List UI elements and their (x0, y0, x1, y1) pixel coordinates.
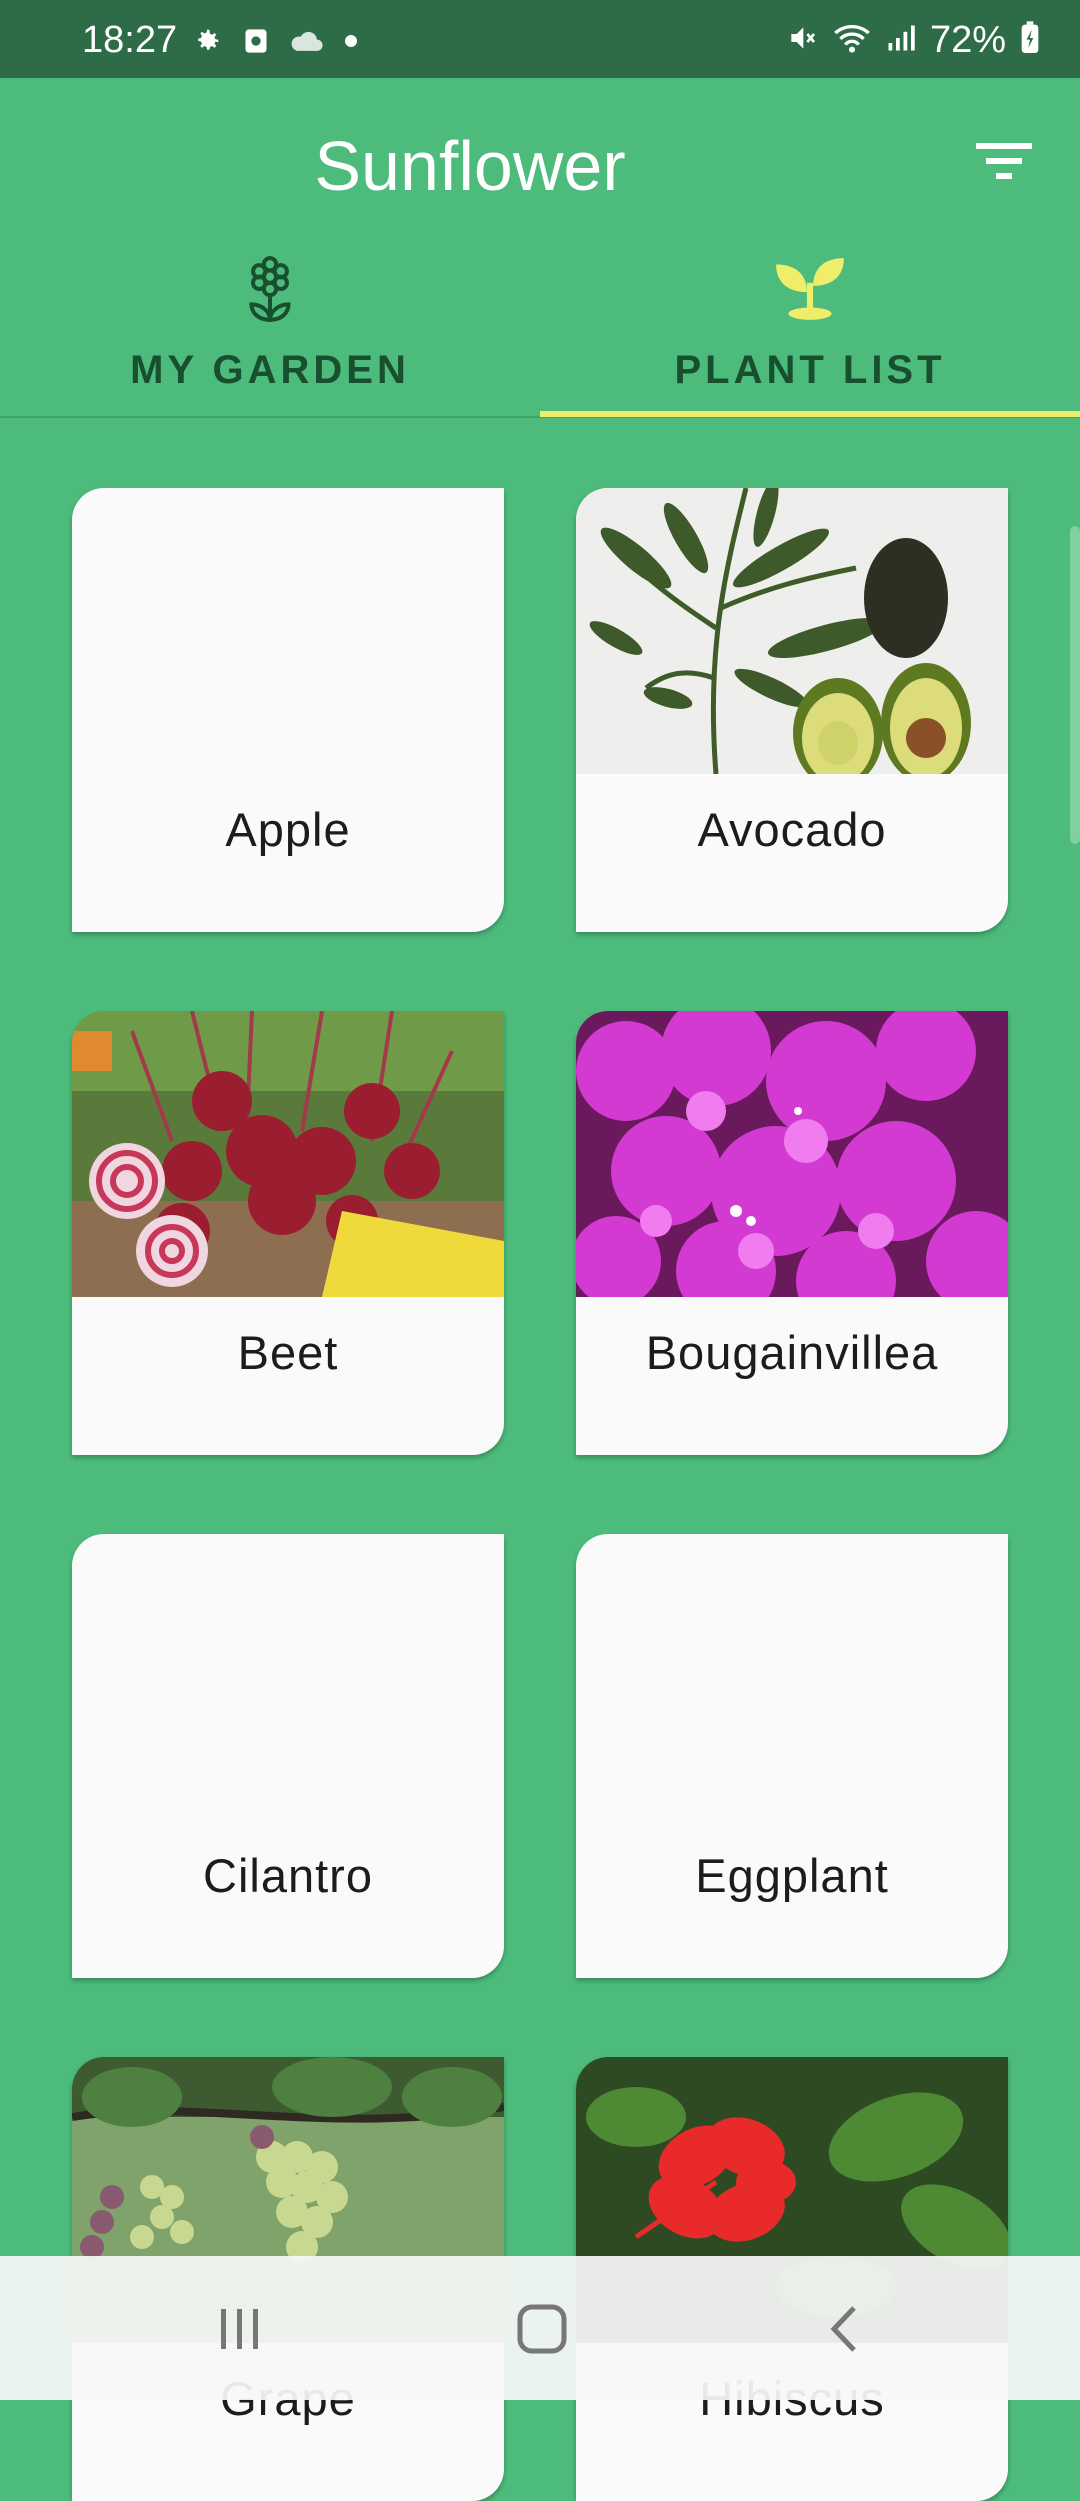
screen-record-icon (242, 26, 270, 61)
plant-image-bougainvillea (576, 1011, 1008, 1297)
mute-icon (786, 22, 818, 59)
back-button[interactable] (804, 2296, 884, 2366)
back-icon (824, 2304, 864, 2359)
sprout-icon (773, 252, 847, 326)
plant-card-bougainvillea[interactable]: Bougainvillea (576, 1011, 1008, 1455)
flower-icon (233, 252, 307, 326)
recent-apps-icon (215, 2307, 265, 2356)
filter-list-icon (976, 141, 1032, 186)
plant-name: Avocado (697, 803, 887, 856)
plant-name: Cilantro (203, 1849, 373, 1902)
tab-plant-list[interactable]: PLANT LIST (540, 248, 1080, 418)
recent-apps-button[interactable] (200, 2296, 280, 2366)
tab-plant-list-label: PLANT LIST (674, 348, 946, 392)
tab-my-garden[interactable]: MY GARDEN (0, 248, 540, 418)
cloud-icon (290, 28, 324, 59)
wifi-icon (832, 21, 872, 60)
app-title: Sunflower (314, 127, 626, 205)
plant-card-cilantro[interactable]: Cilantro (72, 1534, 504, 1978)
home-icon (516, 2303, 568, 2360)
status-time: 18:27 (82, 19, 178, 61)
battery-percentage: 72% (929, 19, 1006, 61)
plant-name: Apple (225, 803, 351, 856)
filter-button[interactable] (964, 128, 1044, 198)
tab-my-garden-label: MY GARDEN (130, 348, 410, 392)
plant-card-beet[interactable]: Beet (72, 1011, 504, 1455)
signal-icon (886, 23, 916, 58)
plant-image-beet (72, 1011, 504, 1297)
plant-name: Beet (237, 1326, 339, 1379)
plant-card-eggplant[interactable]: Eggplant (576, 1534, 1008, 1978)
plant-image-avocado (576, 488, 1008, 774)
home-button[interactable] (502, 2296, 582, 2366)
battery-icon (1020, 20, 1040, 60)
plant-card-apple[interactable]: Apple (72, 488, 504, 932)
plant-name: Bougainvillea (645, 1326, 939, 1379)
settings-icon (192, 26, 222, 61)
scrollbar-thumb[interactable] (1070, 526, 1080, 844)
app-bar: Sunflower MY GARDEN PLANT LIST (0, 78, 1080, 418)
plant-name: Eggplant (695, 1849, 889, 1902)
dot-icon (344, 34, 358, 53)
plant-card-avocado[interactable]: Avocado (576, 488, 1008, 932)
tab-selected-indicator (540, 411, 1080, 417)
navigation-bar (0, 2256, 1080, 2400)
status-bar: 18:27 72% (0, 0, 1080, 78)
